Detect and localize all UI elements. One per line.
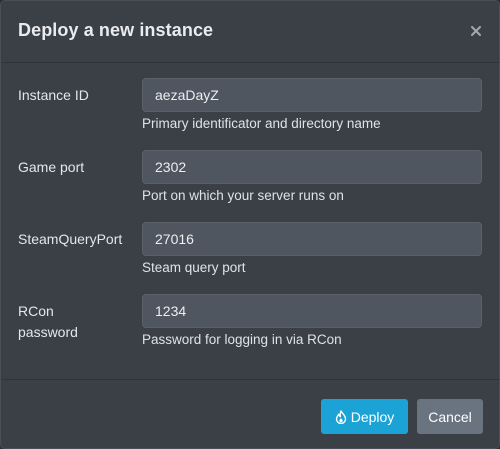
instance-id-help: Primary identificator and directory name xyxy=(142,116,381,131)
deploy-button-label: Deploy xyxy=(350,408,395,425)
instance-id-input[interactable] xyxy=(142,78,482,112)
cancel-button[interactable]: Cancel xyxy=(417,399,483,434)
instance-id-label: Instance ID xyxy=(18,87,89,103)
game-port-help: Port on which your server runs on xyxy=(142,188,344,203)
steam-query-port-input[interactable] xyxy=(142,222,482,256)
dialog-footer: Deploy Cancel xyxy=(1,379,499,448)
close-icon[interactable] xyxy=(467,22,485,40)
flame-icon xyxy=(335,409,347,424)
dialog-header: Deploy a new instance xyxy=(1,1,499,63)
rcon-password-label: RCon password xyxy=(18,301,133,343)
game-port-label: Game port xyxy=(18,159,85,175)
rcon-password-help: Password for logging in via RCon xyxy=(142,332,342,347)
steam-query-port-label: SteamQueryPort xyxy=(18,231,123,247)
cancel-button-label: Cancel xyxy=(428,408,472,425)
steam-query-port-help: Steam query port xyxy=(142,260,246,275)
game-port-input[interactable] xyxy=(142,150,482,184)
deploy-instance-dialog: Deploy a new instance Instance ID Primar… xyxy=(0,0,500,449)
deploy-button[interactable]: Deploy xyxy=(321,399,408,434)
dialog-title: Deploy a new instance xyxy=(18,20,214,40)
rcon-password-label-line1: RCon xyxy=(18,303,54,319)
rcon-password-label-line2: password xyxy=(18,324,78,340)
rcon-password-input[interactable] xyxy=(142,294,482,328)
dialog-body: Instance ID Primary identificator and di… xyxy=(1,63,499,379)
